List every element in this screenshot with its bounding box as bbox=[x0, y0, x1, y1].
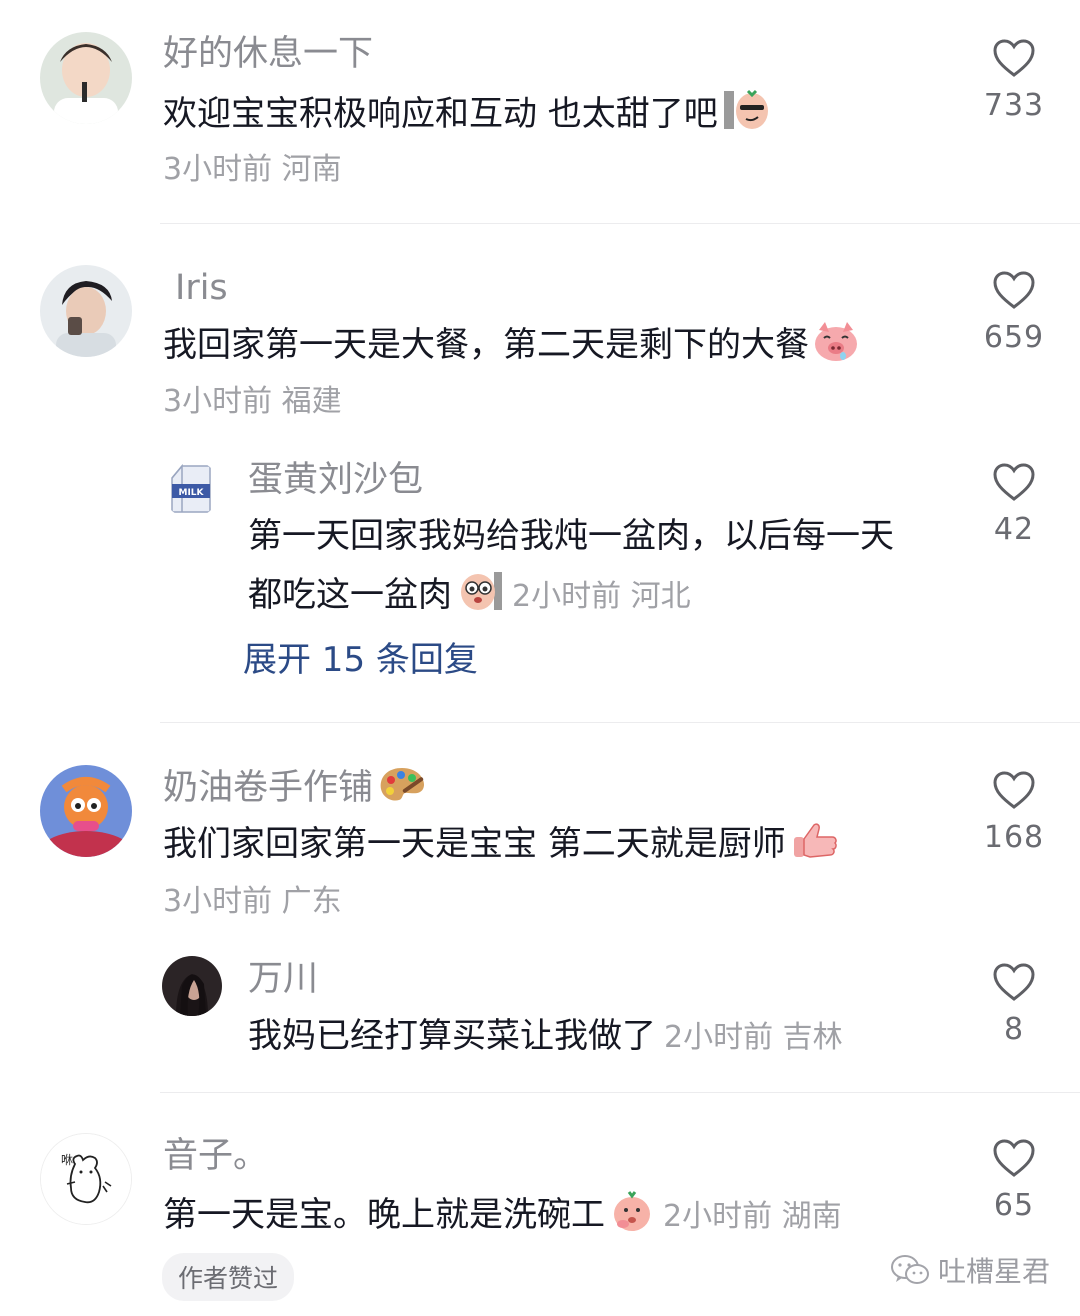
heart-outline-icon bbox=[993, 771, 1035, 809]
comment-text: 第一天是宝。晚上就是洗碗工 2小时前 湖南 bbox=[163, 1188, 842, 1245]
watermark-text: 吐槽星君 bbox=[938, 1255, 1051, 1288]
like-count: 42 bbox=[993, 512, 1035, 547]
comment-text: 我们家回家第一天是宝宝 第二天就是厨师 bbox=[163, 820, 838, 874]
like-button[interactable]: 65 bbox=[974, 1138, 1054, 1226]
avatar[interactable] bbox=[40, 32, 132, 124]
comment-username[interactable]: 音子。 bbox=[163, 1134, 268, 1178]
reply-username[interactable]: 万川 bbox=[248, 957, 318, 1001]
avatar[interactable] bbox=[40, 765, 132, 857]
heart-outline-icon bbox=[993, 463, 1035, 501]
reply-text-line2: 都吃这一盆肉 2小时前 河北 bbox=[248, 568, 691, 625]
comment-text: 我回家第一天是大餐，第二天是剩下的大餐 bbox=[163, 320, 859, 375]
like-count: 733 bbox=[983, 88, 1045, 123]
avatar[interactable]: 咻 bbox=[40, 1133, 132, 1225]
like-count: 65 bbox=[993, 1188, 1035, 1223]
reply-avatar[interactable]: MILK bbox=[162, 460, 220, 518]
reply-text: 我妈已经打算买菜让我做了 2小时前 吉林 bbox=[248, 1016, 843, 1056]
comment-meta: 2小时前 湖南 bbox=[663, 1199, 842, 1234]
palette-emoji-icon bbox=[377, 765, 427, 816]
reply-username[interactable]: 蛋黄刘沙包 bbox=[248, 458, 423, 502]
comment-text: 欢迎宝宝积极响应和互动 也太甜了吧 bbox=[163, 87, 770, 144]
peeking-emoji-icon bbox=[456, 568, 504, 625]
like-count: 8 bbox=[1003, 1012, 1025, 1047]
heart-outline-icon bbox=[993, 1139, 1035, 1177]
like-button[interactable]: 659 bbox=[974, 270, 1054, 358]
like-button[interactable]: 168 bbox=[974, 770, 1054, 858]
reply-text-line1: 第一天回家我妈给我炖一盆肉，以后每一天 bbox=[248, 516, 894, 556]
milk-label: MILK bbox=[178, 488, 204, 498]
watermark: 吐槽星君 bbox=[890, 1250, 1050, 1290]
comment-username[interactable]: Iris bbox=[175, 266, 228, 310]
like-count: 659 bbox=[983, 320, 1045, 355]
heart-outline-icon bbox=[993, 39, 1035, 77]
divider bbox=[160, 1092, 1080, 1093]
reply-meta: 2小时前 河北 bbox=[512, 579, 691, 614]
like-button[interactable]: 42 bbox=[974, 462, 1054, 550]
divider bbox=[160, 223, 1080, 224]
reply-avatar[interactable] bbox=[162, 956, 222, 1016]
thinking-emoji-icon bbox=[609, 1188, 655, 1245]
expand-replies-link[interactable]: 展开 15 条回复 bbox=[243, 636, 478, 684]
like-count: 168 bbox=[983, 820, 1045, 855]
heart-outline-icon bbox=[993, 271, 1035, 309]
pig-emoji-icon bbox=[813, 320, 859, 375]
comment-meta: 3小时前 广东 bbox=[163, 884, 342, 919]
thumbs-up-emoji-icon bbox=[790, 821, 838, 874]
avatar[interactable] bbox=[40, 265, 132, 357]
comment-meta: 3小时前 河南 bbox=[163, 152, 342, 187]
wechat-icon bbox=[891, 1255, 929, 1284]
comment-username[interactable]: 好的休息一下 bbox=[163, 32, 373, 76]
smirk-emoji-icon bbox=[722, 87, 770, 144]
reply-meta: 2小时前 吉林 bbox=[664, 1020, 843, 1055]
like-button[interactable]: 733 bbox=[974, 38, 1054, 126]
heart-outline-icon bbox=[993, 963, 1035, 1001]
doodle-label: 咻 bbox=[61, 1153, 73, 1167]
divider bbox=[160, 722, 1080, 723]
comment-meta: 3小时前 福建 bbox=[163, 384, 342, 419]
comment-username[interactable]: 奶油卷手作铺 bbox=[163, 765, 427, 816]
author-liked-tag: 作者赞过 bbox=[162, 1253, 295, 1301]
like-button[interactable]: 8 bbox=[974, 962, 1054, 1050]
